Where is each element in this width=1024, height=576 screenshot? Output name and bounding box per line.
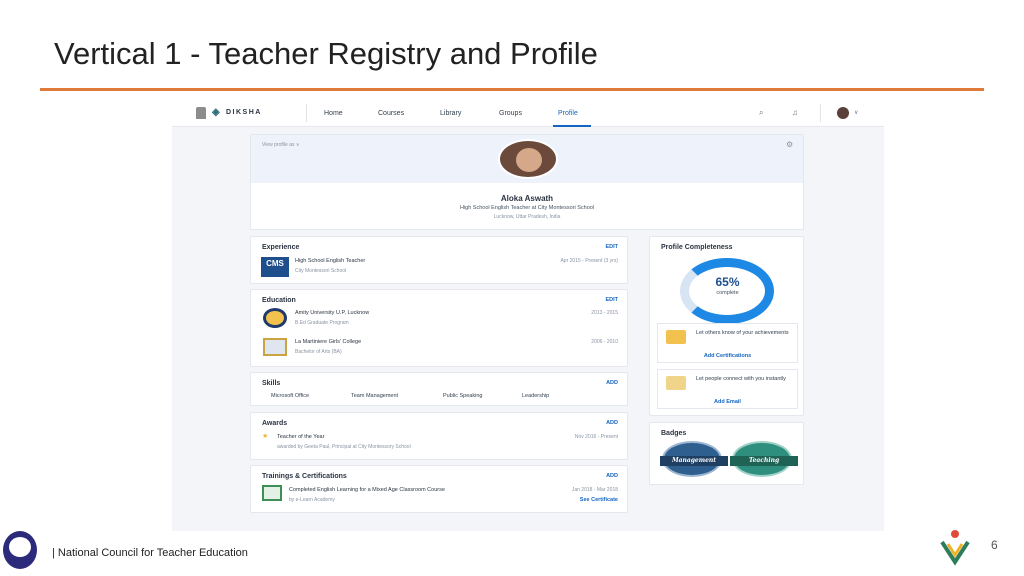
trainings-card: Trainings & Certifications ADD Completed… (250, 465, 628, 513)
slide: Vertical 1 - Teacher Registry and Profil… (0, 0, 1024, 576)
award-date: Nov 2016 - Present (574, 434, 618, 440)
skill-tag: Microsoft Office (271, 393, 310, 399)
tip-text: Let people connect with you instantly (696, 376, 786, 382)
education-program: Bachelor of Arts (BA) (295, 349, 342, 355)
training-provider: by e-Learn Academy (289, 497, 335, 503)
gear-icon[interactable]: ⚙ (786, 140, 793, 149)
award-title: Teacher of the Year (277, 434, 325, 440)
section-title: Skills (262, 380, 281, 387)
completeness-sub: complete (716, 290, 739, 296)
section-title: Experience (262, 244, 300, 251)
badges-card: Badges Management Teaching (649, 422, 804, 485)
nav-groups[interactable]: Groups (499, 110, 522, 117)
tip-text: Let others know of your achievements (696, 330, 789, 336)
section-title: Education (262, 297, 296, 304)
add-certifications-link[interactable]: Add Certifications (658, 353, 797, 359)
skill-tag: Leadership (522, 393, 550, 399)
active-nav-indicator (553, 125, 591, 127)
skill-tag: Team Management (351, 393, 399, 399)
awards-add-button[interactable]: ADD (606, 420, 618, 426)
tip-box: Let people connect with you instantly Ad… (657, 369, 798, 409)
profile-location: Lucknow, Uttar Pradesh, India (493, 214, 561, 220)
training-title: Completed English Learning for a Mixed A… (289, 487, 445, 493)
profile-name: Aloka Aswath (500, 194, 554, 203)
experience-card: Experience EDIT CMS High School English … (250, 236, 628, 284)
diksha-logo-icon[interactable]: ◈ (212, 107, 220, 118)
education-program: B.Ed Graduate Program (295, 320, 349, 326)
experience-org: City Montessori School (295, 268, 347, 274)
profile-photo (498, 139, 558, 179)
skills-add-button[interactable]: ADD (606, 380, 618, 386)
skills-card: Skills ADD Microsoft Office Team Managem… (250, 372, 628, 406)
app-screenshot: ◈ DIKSHA Home Courses Library Groups Pro… (172, 99, 884, 531)
star-icon: ★ (262, 433, 269, 440)
nav-divider (820, 104, 821, 122)
college-crest-icon (263, 338, 287, 356)
envelope-icon (666, 376, 686, 390)
training-date: Jan 2018 - Mar 2018 (571, 487, 618, 493)
certificate-icon (262, 485, 282, 501)
trainings-add-button[interactable]: ADD (606, 473, 618, 479)
avatar[interactable] (837, 107, 849, 119)
profile-completeness-card: Profile Completeness 65% complete Let ot… (649, 236, 804, 416)
tip-box: Let others know of your achievements Add… (657, 323, 798, 363)
chevron-down-icon[interactable]: ∨ (854, 109, 858, 116)
profile-role: High School English Teacher at City Mont… (459, 205, 595, 211)
experience-edit-button[interactable]: EDIT (605, 244, 618, 250)
see-certificate-link[interactable]: See Certificate (580, 497, 618, 503)
awards-card: Awards ADD ★ Teacher of the Year awarded… (250, 412, 628, 460)
nav-divider (306, 104, 307, 122)
title-divider (40, 88, 984, 91)
section-title: Badges (661, 430, 687, 437)
management-badge-icon: Management (660, 441, 728, 477)
search-icon[interactable]: ⌕ (759, 108, 763, 118)
nav-library[interactable]: Library (440, 110, 461, 117)
school-logo-icon: CMS (261, 257, 289, 277)
skill-tag: Public Speaking (443, 393, 483, 399)
nav-profile[interactable]: Profile (558, 110, 578, 117)
badge-label: Teaching (730, 456, 798, 466)
footer-text: | National Council for Teacher Education (52, 547, 248, 559)
university-logo-icon (263, 308, 287, 328)
nav-courses[interactable]: Courses (378, 110, 404, 117)
page-number: 6 (991, 538, 998, 552)
slide-title: Vertical 1 - Teacher Registry and Profil… (54, 36, 598, 71)
bell-icon[interactable]: ♫ (792, 108, 798, 117)
nav-home[interactable]: Home (324, 110, 343, 117)
education-card: Education EDIT Amity University U.P, Luc… (250, 289, 628, 367)
experience-date: Apr 2015 - Present (3 yrs) (560, 258, 618, 264)
completeness-percent: 65% (715, 275, 740, 289)
emblem-icon (196, 107, 206, 119)
ncte-logo-icon (3, 531, 37, 569)
trophy-icon (666, 330, 686, 344)
award-sub: awarded by Geeta Paul, Principal at City… (277, 444, 411, 450)
education-date: 2006 - 2010 (591, 339, 618, 345)
ncte-logo-inner (9, 537, 31, 557)
profile-photo-face (516, 148, 542, 172)
section-title: Awards (262, 420, 288, 427)
add-email-link[interactable]: Add Email (658, 399, 797, 405)
top-nav-bar: ◈ DIKSHA Home Courses Library Groups Pro… (172, 99, 884, 127)
education-edit-button[interactable]: EDIT (605, 297, 618, 303)
badge-label: Management (660, 456, 728, 466)
education-date: 2013 - 2015 (591, 310, 618, 316)
education-title: La Martiniere Girls' College (295, 339, 362, 345)
section-title: Trainings & Certifications (262, 473, 347, 480)
view-profile-as-dropdown[interactable]: View profile as ∨ (262, 142, 299, 148)
experience-title: High School English Teacher (295, 258, 366, 264)
app-logo-text[interactable]: DIKSHA (226, 109, 262, 116)
section-title: Profile Completeness (661, 244, 733, 251)
diksha-footer-logo-icon (938, 528, 972, 568)
teaching-badge-icon: Teaching (730, 441, 798, 477)
education-title: Amity University U.P, Lucknow (295, 310, 370, 316)
profile-header-card: View profile as ∨ ⚙ Aloka Aswath High Sc… (250, 134, 804, 230)
